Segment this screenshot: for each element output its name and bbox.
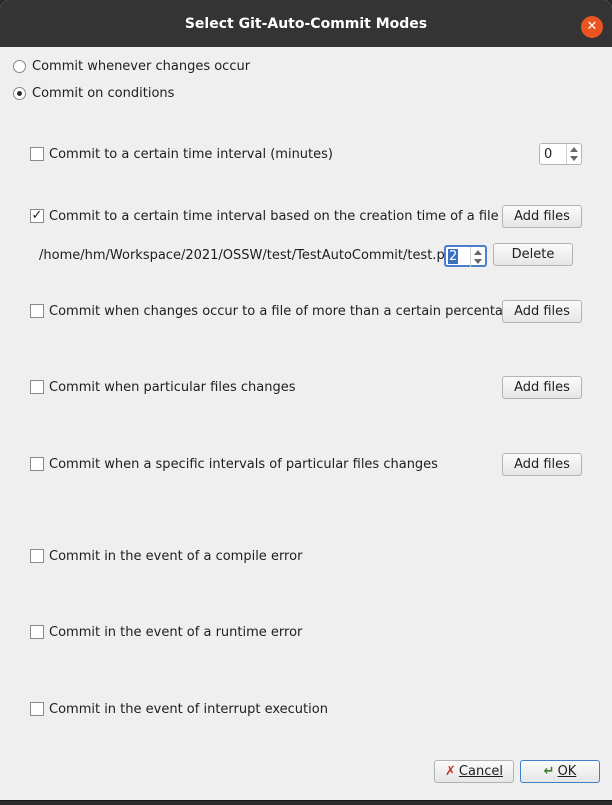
- spin-up-icon[interactable]: [570, 147, 578, 152]
- close-icon[interactable]: ✕: [581, 16, 603, 38]
- file-value-spin-arrows[interactable]: [470, 247, 485, 267]
- interval-label: Commit to a certain time interval (minut…: [49, 147, 333, 162]
- interval-value: 0: [544, 147, 553, 162]
- window-title: Select Git-Auto-Commit Modes: [184, 16, 428, 32]
- specific-intervals-checkbox[interactable]: [30, 457, 44, 471]
- compile-error-checkbox[interactable]: [30, 549, 44, 563]
- file-value-spinbox[interactable]: 2: [444, 245, 487, 267]
- radio-commit-whenever-label: Commit whenever changes occur: [32, 59, 251, 74]
- interval-spinbox[interactable]: 0: [539, 143, 582, 165]
- interval-spin-arrows[interactable]: [566, 144, 581, 164]
- creation-label: Commit to a certain time interval based …: [49, 209, 499, 224]
- particular-label: Commit when particular files changes: [49, 380, 296, 395]
- title-bar: Select Git-Auto-Commit Modes ✕: [0, 0, 612, 47]
- specific-intervals-label: Commit when a specific intervals of part…: [49, 457, 438, 472]
- compile-error-label: Commit in the event of a compile error: [49, 549, 303, 564]
- delete-button[interactable]: Delete: [493, 243, 573, 266]
- spin-down-icon[interactable]: [570, 156, 578, 161]
- ok-button[interactable]: ↵ OK: [520, 760, 600, 783]
- ok-icon: ↵: [543, 764, 555, 779]
- cancel-icon: ✗: [445, 764, 456, 779]
- cancel-button[interactable]: ✗ Cancel: [434, 760, 514, 783]
- specific-intervals-add-files-button[interactable]: Add files: [502, 453, 582, 476]
- file-value: 2: [448, 249, 459, 264]
- percentage-checkbox[interactable]: [30, 304, 44, 318]
- dialog-window: Select Git-Auto-Commit Modes ✕ Commit wh…: [0, 0, 612, 800]
- radio-commit-conditions-label: Commit on conditions: [32, 86, 175, 101]
- cancel-label: Cancel: [458, 764, 503, 779]
- interrupt-label: Commit in the event of interrupt executi…: [49, 702, 328, 717]
- particular-checkbox[interactable]: [30, 380, 44, 394]
- file-path: /home/hm/Workspace/2021/OSSW/test/TestAu…: [39, 248, 453, 263]
- ok-label: OK: [557, 764, 577, 779]
- spin-down-icon[interactable]: [474, 259, 482, 264]
- interval-checkbox[interactable]: [30, 147, 44, 161]
- radio-commit-whenever[interactable]: [13, 60, 26, 73]
- percentage-add-files-button[interactable]: Add files: [502, 300, 582, 323]
- radio-commit-conditions[interactable]: [13, 87, 26, 100]
- interrupt-checkbox[interactable]: [30, 702, 44, 716]
- runtime-error-label: Commit in the event of a runtime error: [49, 625, 303, 640]
- runtime-error-checkbox[interactable]: [30, 625, 44, 639]
- percentage-label: Commit when changes occur to a file of m…: [49, 304, 520, 319]
- particular-add-files-button[interactable]: Add files: [502, 376, 582, 399]
- creation-checkbox[interactable]: ✓: [30, 209, 44, 223]
- creation-add-files-button[interactable]: Add files: [502, 205, 582, 228]
- spin-up-icon[interactable]: [474, 250, 482, 255]
